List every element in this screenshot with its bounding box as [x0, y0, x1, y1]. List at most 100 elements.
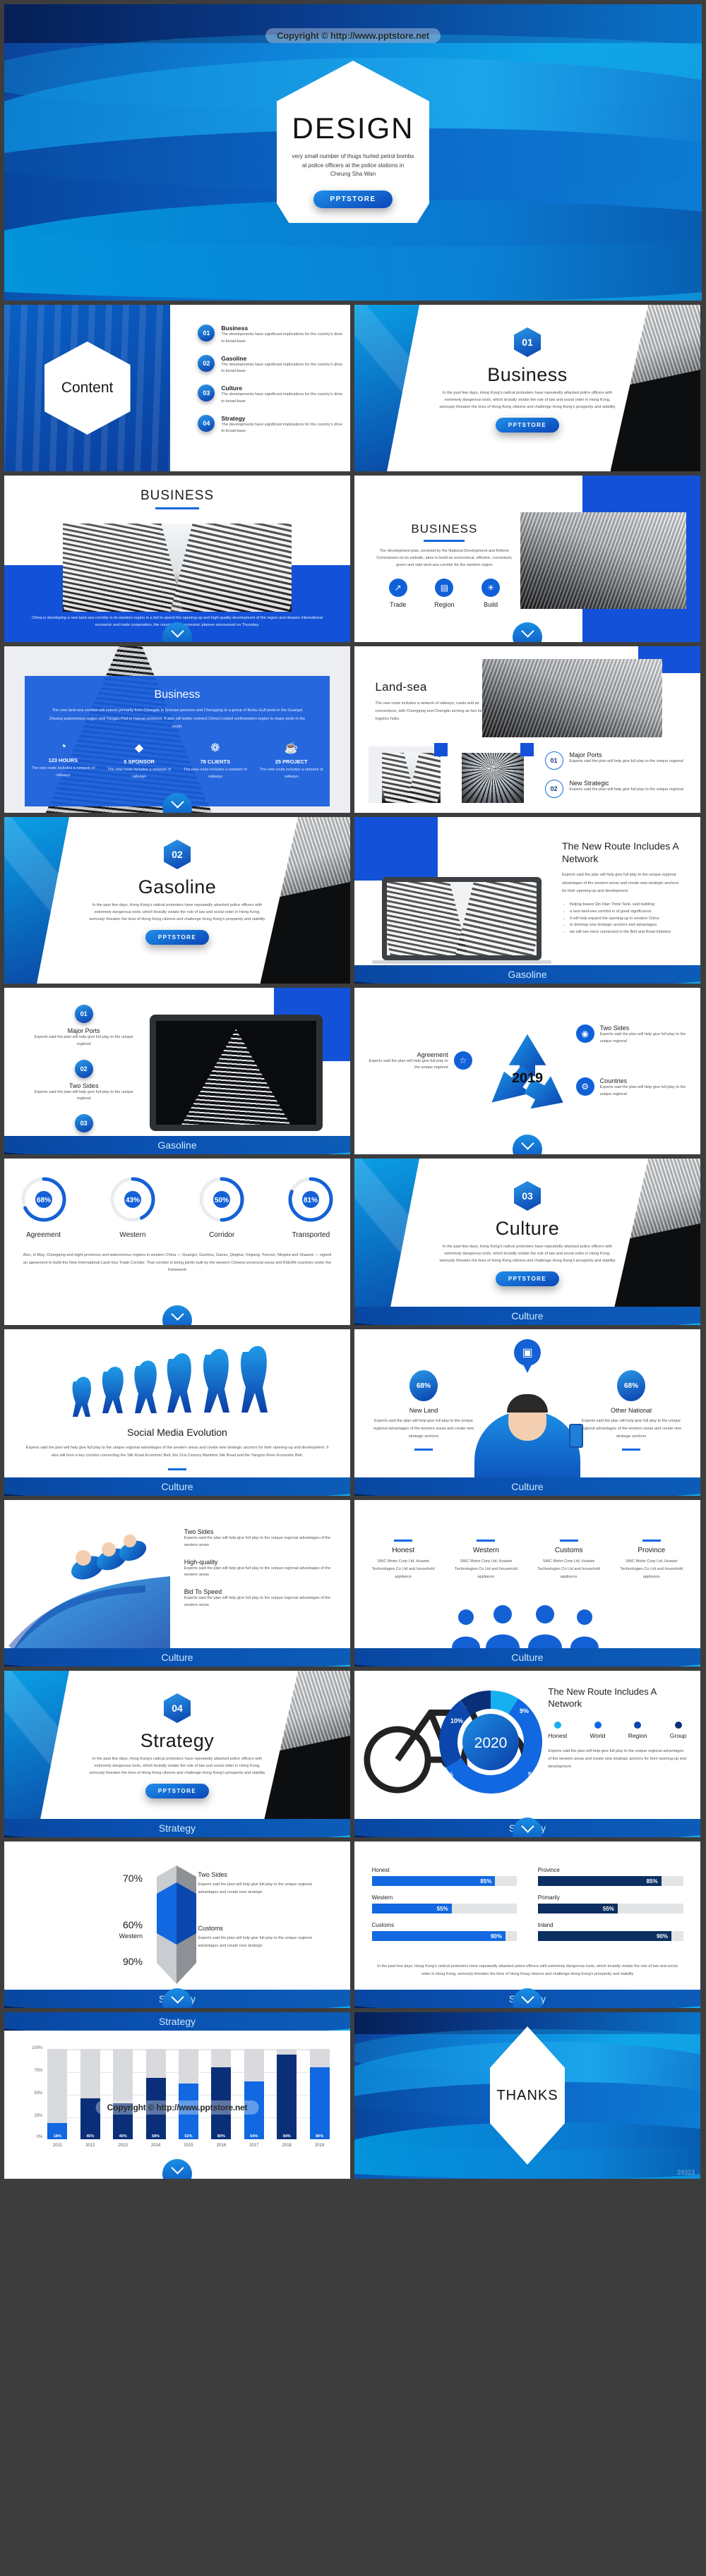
slide-divider-business: 01 Business In the past few days, Hong K…: [354, 305, 700, 471]
col-label: Western: [472, 1547, 499, 1554]
item-label: Two Sides: [198, 1871, 227, 1878]
evolution-title: Social Media Evolution: [127, 1427, 227, 1438]
chevron-down-icon[interactable]: [513, 622, 542, 642]
legend-label: Group: [669, 1731, 687, 1739]
stat-value: 5 SPONSOR: [124, 758, 155, 766]
hbar-group-right: Province 85% Primarily 55% Inland 90%: [537, 1867, 683, 1941]
divider-title: Strategy: [140, 1730, 215, 1751]
svg-text:2019: 2019: [512, 1070, 543, 1086]
chevron-down-icon[interactable]: [162, 2159, 192, 2179]
chat-bubble-icon: ▣: [514, 1339, 541, 1366]
item-label: Business: [221, 325, 249, 332]
item-label: Major Ports: [569, 751, 602, 758]
bar-value: 18%: [53, 2134, 61, 2139]
section-title: BUSINESS: [140, 488, 215, 503]
list-item[interactable]: 01 Business The developments have signif…: [198, 325, 345, 346]
icon-item[interactable]: ☀ Build: [481, 579, 501, 608]
slice-label: 10%: [450, 1717, 463, 1724]
bars: 18% 45% 40% 68% 62% 80% 64% 94% 80%: [47, 2049, 330, 2139]
slide-prism: 70% 60% Western 90% Two Sides Experts sa…: [4, 1842, 350, 2008]
award-icon: ❁: [210, 742, 220, 755]
list-item[interactable]: 02 Two Sides Experts said the plan will …: [32, 1059, 136, 1103]
recycle-left-item[interactable]: ☆ Agreement Experts said the plan will h…: [369, 1051, 472, 1072]
item-label: Agreement: [417, 1051, 448, 1058]
pptstore-button[interactable]: PPTSTORE: [313, 191, 393, 209]
recycle-right-item[interactable]: ⚙ Countries Experts said the plan will h…: [575, 1077, 687, 1099]
item-desc: Experts said the plan will help give ful…: [599, 1032, 686, 1044]
section-banner: Gasoline: [4, 1136, 350, 1154]
pptstore-button[interactable]: PPTSTORE: [145, 930, 210, 945]
bar-value: 64%: [250, 2134, 258, 2139]
divider-body: 04 Strategy In the past few days, Hong K…: [4, 1693, 350, 1799]
slide-phone-person: ▣ 68% New Land Experts said the plan wil…: [354, 1329, 700, 1496]
slide-code: 29323: [676, 2169, 695, 2176]
list-item[interactable]: 01 Major Ports Experts said the plan wil…: [32, 1005, 136, 1048]
list-item[interactable]: 01 Major Ports Experts said the plan wil…: [544, 751, 687, 770]
pptstore-button[interactable]: PPTSTORE: [495, 418, 560, 433]
legend-label: Honest: [548, 1731, 568, 1739]
icon-item[interactable]: ↗ Trade: [388, 579, 407, 608]
stats-row: ◔ 123 HOURS The new route includes a net…: [25, 741, 329, 781]
pptstore-button[interactable]: PPTSTORE: [495, 1271, 560, 1287]
slide-divider-strategy: 04 Strategy In the past few days, Hong K…: [4, 1671, 350, 1837]
icon-item[interactable]: ▤ Region: [434, 579, 455, 608]
list-item[interactable]: 02 New Strategic Experts said the plan w…: [544, 779, 687, 798]
chart-legend: Honest World Region Group: [548, 1721, 687, 1739]
list-item[interactable]: 02 Gasoline The developments have signif…: [198, 354, 345, 376]
pptstore-button[interactable]: PPTSTORE: [145, 1784, 210, 1799]
landsea-list: 01 Major Ports Experts said the plan wil…: [544, 746, 687, 803]
recycle-icon: 2019: [481, 1028, 574, 1121]
recycle-right-item[interactable]: ◉ Two Sides Experts said the plan will h…: [575, 1024, 687, 1046]
business-icons-body: BUSINESS The development plan, unveiled …: [375, 522, 513, 608]
section-banner: Strategy: [4, 1819, 350, 1837]
four-col-row: Honest SAIC Motor Corp Ltd, Huawei Techn…: [369, 1540, 687, 1582]
section-label: Strategy: [158, 1822, 196, 1834]
section-banner-top: Strategy: [4, 2012, 350, 2031]
legend-label: Region: [628, 1731, 647, 1739]
item-desc: Experts said the plan will help give ful…: [184, 1566, 331, 1578]
list-item[interactable]: 03 Culture The developments have signifi…: [198, 385, 345, 406]
bullet-item: a new land-sea corridor is of great sign…: [570, 909, 683, 916]
slice-label: 9%: [520, 1707, 529, 1715]
donut-item: 68% Agreement: [18, 1174, 69, 1239]
donut-value: 43%: [126, 1197, 140, 1204]
list-item[interactable]: Bid To Speed Experts said the plan will …: [184, 1588, 333, 1609]
stats-title: Business: [154, 689, 201, 701]
phone-left-item: 68% New Land Experts said the plan will …: [372, 1370, 476, 1451]
item-number: 03: [74, 1114, 93, 1133]
bar-value: 62%: [184, 2134, 193, 2139]
list-item[interactable]: High-quality Experts said the plan will …: [184, 1559, 333, 1580]
legend-item: Region: [628, 1721, 647, 1739]
bulb-icon: ☀: [481, 579, 501, 598]
list-item[interactable]: Two Sides Experts said the plan will hel…: [184, 1528, 333, 1549]
section-label: Gasoline: [157, 1139, 197, 1151]
legend-item: World: [590, 1721, 606, 1739]
x-tick: 2012: [85, 2143, 95, 2148]
stat-desc: The new route includes a network of rail…: [259, 768, 323, 779]
network-desc: Experts said the plan will help give ful…: [562, 873, 679, 893]
tablet-screen: [155, 1020, 316, 1125]
bar-value: 90%: [657, 1933, 669, 1940]
content-left-panel: Content: [4, 305, 171, 471]
bar-value: 85%: [646, 1877, 658, 1885]
bar-value: 68%: [152, 2134, 160, 2139]
list-item[interactable]: 04 Strategy The developments have signif…: [198, 414, 345, 436]
chevron-down-icon[interactable]: [162, 1305, 192, 1325]
section-label: Culture: [511, 1652, 544, 1663]
slide-superhero: Two Sides Experts said the plan will hel…: [4, 1500, 350, 1667]
divider-body: 03 Culture In the past few days, Hong Ko…: [354, 1181, 700, 1287]
diamond-icon: ◆: [134, 742, 144, 755]
stat-badge: 68%: [617, 1370, 645, 1401]
hbar-item: Customs 90%: [371, 1922, 517, 1941]
slide-landsea: Land-sea The new route includes a networ…: [354, 646, 700, 813]
chart-icon: ▤: [435, 579, 454, 598]
item-number: 04: [198, 414, 215, 432]
chevron-down-icon[interactable]: [513, 1135, 542, 1154]
twin-towers-photo: [63, 524, 292, 612]
item-label: Bid To Speed: [184, 1588, 222, 1596]
superhero-list: Two Sides Experts said the plan will hel…: [184, 1528, 333, 1609]
page-title: THANKS: [496, 2087, 558, 2103]
item-desc: The developments have significant implic…: [221, 332, 343, 344]
hero-subtitle: very small number of thugs hurled petrol…: [292, 153, 414, 178]
divider-body: 01 Business In the past few days, Hong K…: [354, 327, 700, 433]
